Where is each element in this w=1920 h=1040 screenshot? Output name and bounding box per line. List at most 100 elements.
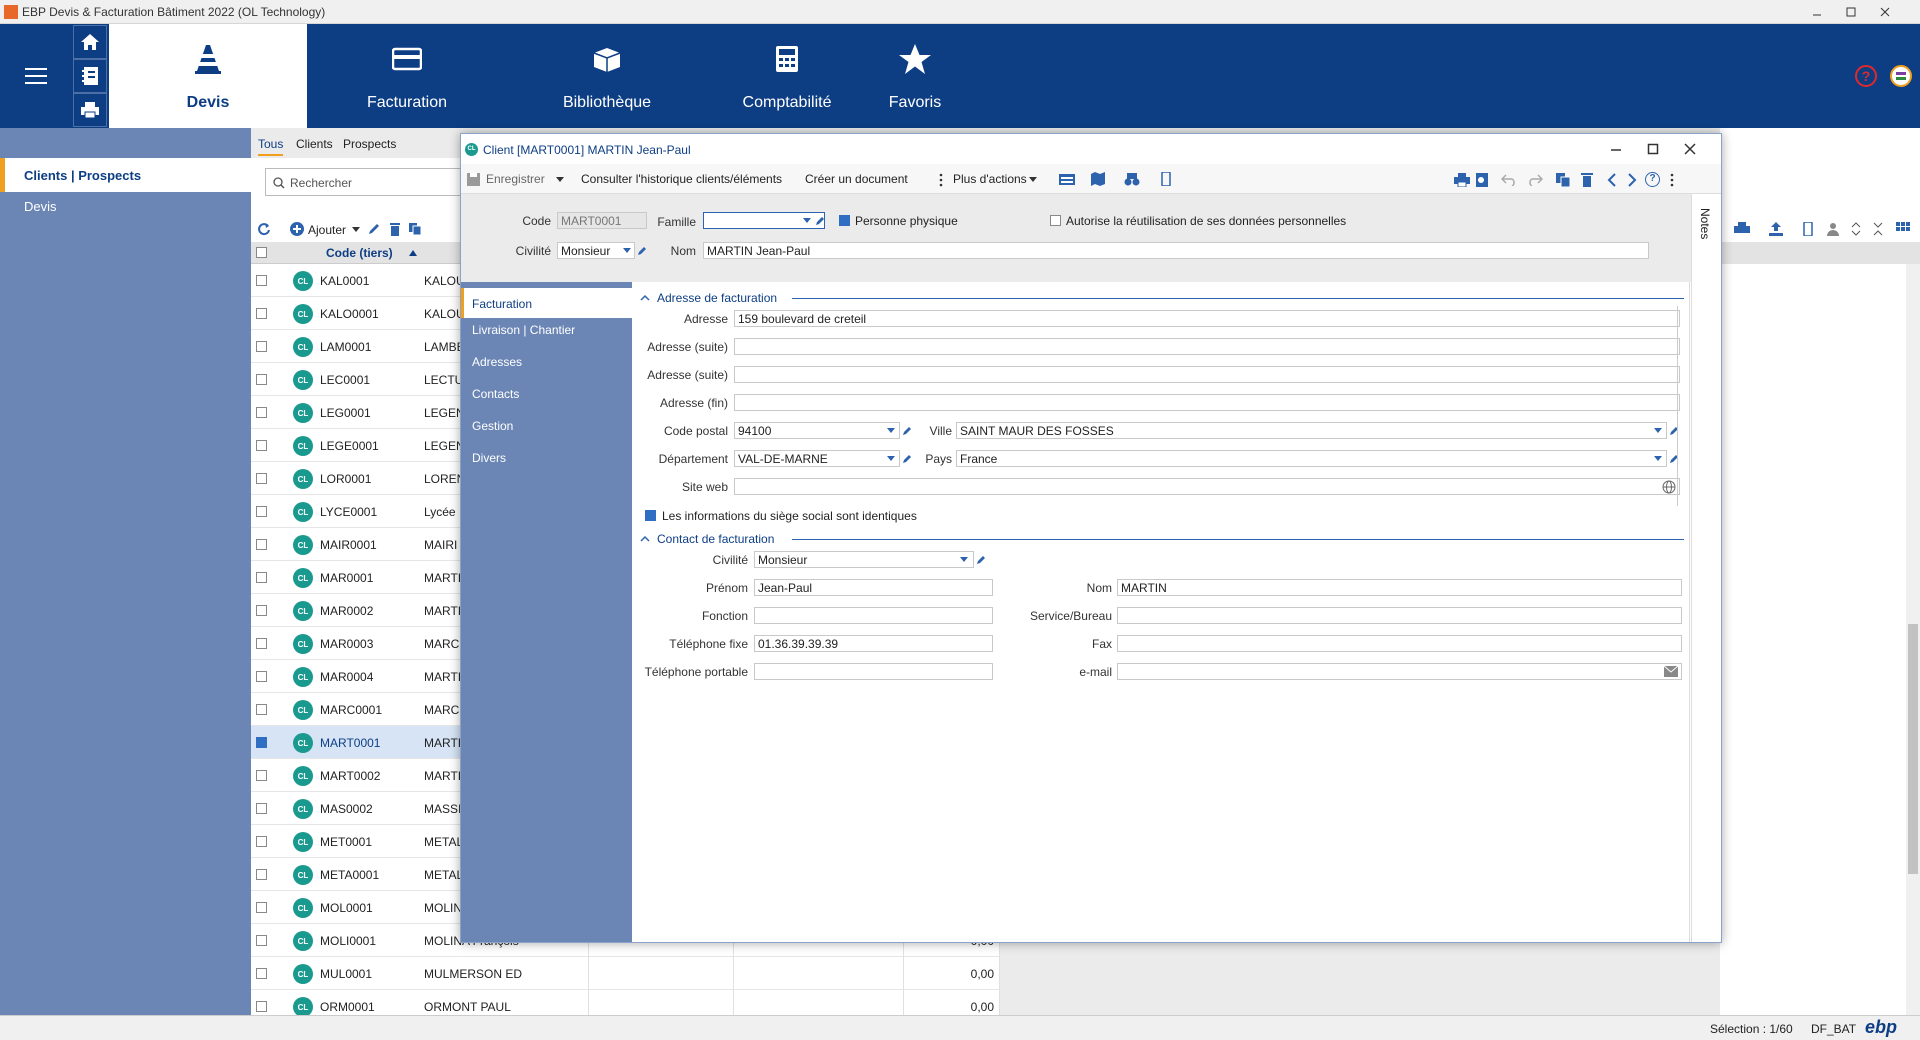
- contact-civilite-select[interactable]: Monsieur: [754, 551, 974, 568]
- table-row[interactable]: CL MUL0001 MULMERSON ED 0,00: [251, 957, 1000, 990]
- help-icon[interactable]: ?: [1645, 172, 1660, 187]
- add-button[interactable]: Ajouter: [308, 223, 346, 237]
- row-name: MARTI: [424, 736, 462, 750]
- site-web-field[interactable]: [734, 478, 1680, 495]
- tab-devis[interactable]: Devis: [109, 24, 307, 128]
- row-checkbox[interactable]: [256, 770, 267, 781]
- adresse-fin-label: Adresse (fin): [659, 396, 728, 410]
- row-checkbox[interactable]: [256, 440, 267, 451]
- client-badge: CL: [293, 337, 313, 357]
- row-checkbox[interactable]: [256, 737, 267, 748]
- row-name: METAL: [424, 835, 464, 849]
- column-header-code[interactable]: Code (tiers): [326, 246, 393, 260]
- prenom-field[interactable]: Jean-Paul: [754, 579, 993, 596]
- tab-prospects[interactable]: Prospects: [343, 137, 396, 151]
- row-checkbox[interactable]: [256, 407, 267, 418]
- nom-label: Nom: [670, 244, 696, 258]
- row-checkbox[interactable]: [256, 902, 267, 913]
- side-item-facturation[interactable]: Facturation: [461, 288, 632, 318]
- service-field[interactable]: [1117, 607, 1682, 624]
- client-badge: CL: [293, 601, 313, 621]
- dialog-close-icon: [1684, 143, 1696, 155]
- personne-physique-checkbox[interactable]: [839, 215, 850, 226]
- famille-label: Famille: [657, 215, 696, 229]
- autorise-checkbox[interactable]: [1050, 215, 1061, 226]
- adresse-suite2-field[interactable]: [734, 366, 1680, 383]
- nom-field[interactable]: MARTIN Jean-Paul: [703, 242, 1649, 259]
- adresse-suite1-label: Adresse (suite): [647, 340, 728, 354]
- fonction-field[interactable]: [754, 607, 993, 624]
- side-item-adresses[interactable]: Adresses: [472, 355, 522, 369]
- apps-icon[interactable]: [1890, 65, 1912, 87]
- row-checkbox[interactable]: [256, 374, 267, 385]
- row-checkbox[interactable]: [256, 341, 267, 352]
- row-checkbox[interactable]: [256, 803, 267, 814]
- row-checkbox[interactable]: [256, 308, 267, 319]
- row-checkbox[interactable]: [256, 869, 267, 880]
- tab-tous[interactable]: Tous: [258, 137, 284, 156]
- section-scrollbar: [1677, 306, 1678, 506]
- row-amount: 0,00: [970, 1000, 994, 1014]
- copy-icon: [1556, 173, 1570, 187]
- contact-nom-field[interactable]: MARTIN: [1117, 579, 1682, 596]
- client-badge: CL: [293, 997, 313, 1017]
- address-book-button[interactable]: [73, 59, 107, 93]
- nav-clients-prospects[interactable]: Clients | Prospects: [0, 158, 251, 192]
- telephone-fixe-field[interactable]: 01.36.39.39.39: [754, 635, 993, 652]
- tab-favoris[interactable]: Favoris: [867, 24, 963, 128]
- create-document-button[interactable]: Créer un document: [805, 172, 908, 186]
- tab-clients[interactable]: Clients: [296, 137, 333, 151]
- pays-select[interactable]: France: [956, 450, 1667, 467]
- row-checkbox[interactable]: [256, 605, 267, 616]
- scrollbar[interactable]: [1906, 264, 1920, 1015]
- row-checkbox[interactable]: [256, 704, 267, 715]
- close-window-button[interactable]: [1868, 0, 1902, 24]
- row-name: MARTI: [424, 571, 462, 585]
- row-checkbox[interactable]: [256, 1001, 267, 1012]
- side-item-gestion[interactable]: Gestion: [472, 419, 513, 433]
- client-badge: CL: [465, 143, 478, 156]
- row-code: MOLI0001: [320, 934, 377, 948]
- tab-comptabilite[interactable]: Comptabilité: [707, 24, 867, 128]
- row-checkbox[interactable]: [256, 968, 267, 979]
- menu-button[interactable]: [0, 24, 71, 128]
- save-button[interactable]: Enregistrer: [486, 172, 545, 186]
- email-field[interactable]: [1117, 663, 1682, 680]
- row-checkbox[interactable]: [256, 671, 267, 682]
- row-checkbox[interactable]: [256, 836, 267, 847]
- row-checkbox[interactable]: [256, 473, 267, 484]
- help-icon[interactable]: ?: [1855, 65, 1877, 87]
- history-button[interactable]: Consulter l'historique clients/éléments: [581, 172, 782, 186]
- row-checkbox[interactable]: [256, 572, 267, 583]
- tab-facturation[interactable]: Facturation: [307, 24, 507, 128]
- map-icon: [1091, 172, 1105, 186]
- home-button[interactable]: [73, 25, 107, 59]
- row-checkbox[interactable]: [256, 638, 267, 649]
- card-icon: [392, 47, 422, 71]
- row-checkbox[interactable]: [256, 539, 267, 550]
- side-item-divers[interactable]: Divers: [472, 451, 506, 465]
- row-checkbox[interactable]: [256, 275, 267, 286]
- minimize-button[interactable]: [1800, 0, 1834, 24]
- side-item-contacts[interactable]: Contacts: [472, 387, 519, 401]
- notes-tab[interactable]: Notes: [1691, 194, 1721, 942]
- select-all-checkbox[interactable]: [256, 247, 267, 258]
- row-checkbox[interactable]: [256, 935, 267, 946]
- more-actions-button[interactable]: Plus d'actions: [953, 172, 1027, 186]
- binoculars-icon: [1124, 173, 1140, 186]
- ville-select[interactable]: SAINT MAUR DES FOSSES: [956, 422, 1667, 439]
- tab-bibliotheque[interactable]: Bibliothèque: [507, 24, 707, 128]
- fax-field[interactable]: [1117, 635, 1682, 652]
- maximize-button[interactable]: [1834, 0, 1868, 24]
- adresse-suite1-field[interactable]: [734, 338, 1680, 355]
- side-item-livraison[interactable]: Livraison | Chantier: [472, 323, 575, 337]
- telephone-portable-field[interactable]: [754, 663, 993, 680]
- add-icon: [290, 222, 304, 236]
- nav-item-devis[interactable]: Devis: [24, 199, 57, 214]
- adresse-field[interactable]: 159 boulevard de creteil: [734, 310, 1680, 327]
- app-icon: [4, 5, 18, 19]
- print-button[interactable]: [73, 93, 107, 127]
- siege-social-checkbox[interactable]: [645, 510, 656, 521]
- adresse-fin-field[interactable]: [734, 394, 1680, 411]
- row-checkbox[interactable]: [256, 506, 267, 517]
